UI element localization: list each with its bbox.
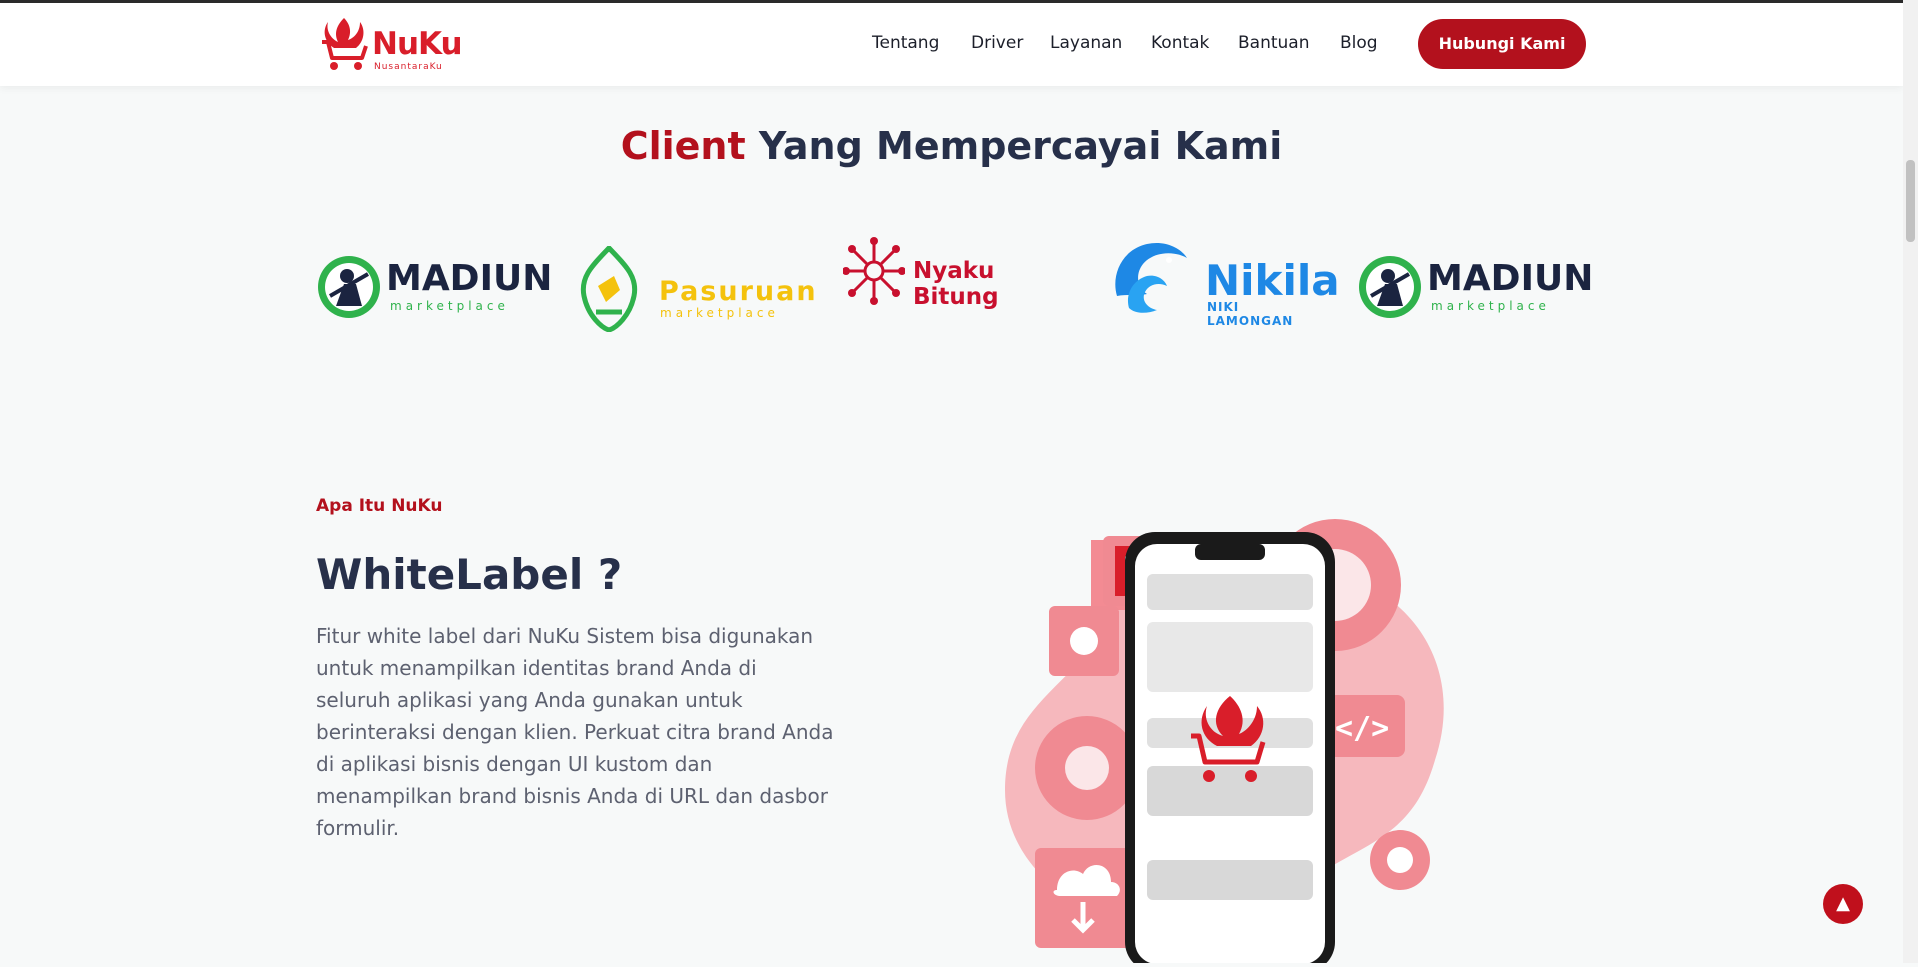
madiun-mark-icon [1359,256,1421,318]
client-logo-nikila: Nikila NIKI LAMONGAN [1107,236,1340,328]
client-logo-nyaku-bitung: Nyaku Bitung [843,236,1079,326]
client-name: MADIUN [1427,258,1594,299]
clients-title-accent: Client [620,124,746,168]
pasuruan-mark-icon [580,246,638,332]
client-sub: marketplace [1431,299,1550,313]
clients-title-rest: Yang Mempercayai Kami [758,124,1283,168]
client-logo-pasuruan: Pasuruan marketplace [576,236,816,332]
page-scrollbar[interactable] [1903,0,1918,963]
nav-item-kontak[interactable]: Kontak [1151,33,1209,53]
about-title: WhiteLabel ? [316,550,623,599]
nav-item-layanan[interactable]: Layanan [1050,33,1122,53]
about-eyebrow: Apa Itu NuKu [316,496,443,516]
chevron-up-icon: ▲ [1836,893,1850,914]
client-sub: marketplace [660,306,779,320]
about-description: Fitur white label dari NuKu Sistem bisa … [316,624,834,840]
client-name: MADIUN [386,258,553,299]
site-header: NuKu NusantaraKu Tentang Driver Layanan … [0,3,1903,86]
client-sub: NIKI LAMONGAN [1207,300,1294,328]
nav-item-blog[interactable]: Blog [1340,33,1378,53]
scrollbar-thumb[interactable] [1906,160,1915,242]
nav-item-tentang[interactable]: Tentang [872,33,939,53]
nav-item-bantuan[interactable]: Bantuan [1238,33,1310,53]
client-name: Nyaku Bitung [913,258,999,310]
svg-text:</>: </> [1335,711,1389,746]
client-sub: marketplace [390,299,509,313]
client-logo-madiun: MADIUN marketplace [316,236,552,326]
contact-us-button[interactable]: Hubungi Kami [1418,19,1586,69]
whitelabel-illustration: </> [995,510,1455,967]
nav-item-driver[interactable]: Driver [971,33,1023,53]
client-name: Pasuruan [659,276,818,307]
scroll-to-top-button[interactable]: ▲ [1823,884,1863,924]
nikila-wave-icon [1115,242,1187,313]
clients-section-title: Client Yang Mempercayai Kami [0,124,1903,168]
main-nav: Tentang Driver Layanan Kontak Bantuan Bl… [0,3,1903,86]
nyaku-bitung-mark-icon [843,237,905,305]
phone-illustration-icon: </> [1005,519,1444,967]
client-logo-madiun-2: MADIUN marketplace [1357,236,1593,326]
madiun-mark-icon [318,256,380,318]
client-name: Nikila [1205,256,1340,305]
